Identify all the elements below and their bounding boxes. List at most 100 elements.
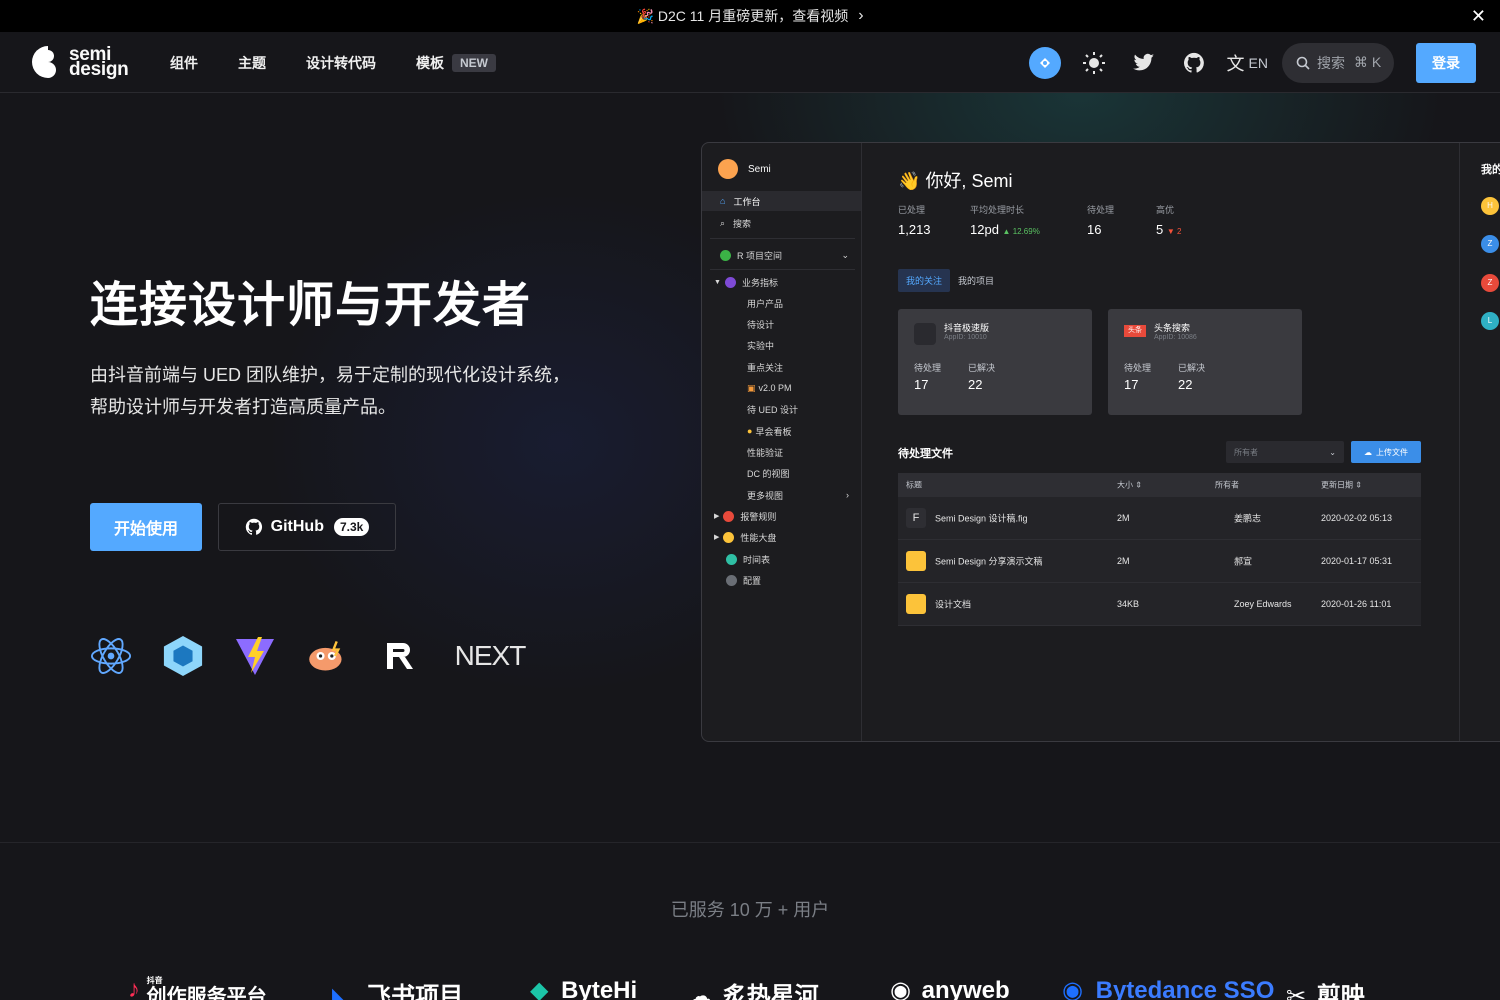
sidebar-item-metrics[interactable]: ▼ 业务指标	[702, 272, 861, 292]
brand-name: ByteHi	[561, 977, 638, 1000]
semi-logo[interactable]: semi design	[32, 44, 129, 80]
card-name: 头条搜索	[1154, 323, 1191, 333]
nextjs-icon: NEXT	[450, 633, 530, 679]
semi-plugin-icon[interactable]	[1028, 46, 1061, 79]
anyweb-icon: ◉	[890, 977, 911, 1000]
cell-title: Semi Design 设计稿.fig	[935, 513, 1028, 524]
feishu-project-logo: ◣ 飞书项目	[332, 976, 463, 1000]
sidebar-subitem[interactable]: 重点关注	[702, 357, 861, 377]
cell-size: 2M	[1117, 556, 1130, 566]
tab-following[interactable]: 我的关注	[898, 269, 951, 292]
doc-icon	[906, 551, 926, 571]
project-card[interactable]: 头条 头条搜索 AppID: 10086 待处理 已解决 17 22	[1108, 309, 1302, 415]
demo-user: Semi	[718, 159, 771, 179]
col-owner[interactable]: 所有者	[1215, 480, 1239, 491]
nav-components[interactable]: 组件	[170, 53, 198, 73]
nav-design-to-code[interactable]: 设计转代码	[306, 53, 376, 73]
col-date[interactable]: 更新日期 ⇕	[1321, 480, 1362, 491]
cell-date: 2020-01-26 11:01	[1321, 599, 1392, 609]
caret-right-icon: ▶	[714, 513, 720, 520]
card-value: 22	[968, 377, 983, 392]
language-switch[interactable]: 文 EN	[1227, 50, 1268, 76]
semi-logo-icon	[32, 44, 64, 80]
chevron-right-icon: ›	[858, 7, 864, 24]
avatar: H	[1481, 197, 1499, 215]
doc-icon	[906, 594, 926, 614]
card-value: 17	[1124, 377, 1139, 392]
sidebar-label: 业务指标	[741, 277, 778, 288]
chevron-down-icon: ⌄	[841, 249, 849, 260]
sidebar-item-search[interactable]: ⌕ 搜索	[702, 213, 861, 233]
sidebar-subitem[interactable]: 用户产品	[702, 293, 861, 313]
stat-priority: 高优 5 ▼ 2	[1156, 203, 1181, 237]
sidebar-subitem-v2[interactable]: ▣ v2.0 PM	[702, 378, 861, 398]
project-card[interactable]: 抖音极速版 AppID: 10010 待处理 已解决 17 22	[898, 309, 1092, 415]
stat-label: 平均处理时长	[970, 205, 1025, 215]
sidebar-item-workbench[interactable]: ⌂ 工作台	[702, 191, 861, 211]
github-label: GitHub	[270, 518, 324, 535]
demo-right-panel: 我的 H Z Z L	[1459, 143, 1500, 741]
sidebar-subitem[interactable]: 待 UED 设计	[702, 399, 861, 419]
app-icon	[914, 323, 936, 345]
webpack-icon	[162, 633, 204, 679]
nextjs-label: NEXT	[454, 640, 527, 671]
sidebar-subitem[interactable]: 实验中	[702, 335, 861, 355]
stat-value: 16	[1087, 222, 1102, 237]
sidebar-group-performance[interactable]: ▶ 性能大盘	[702, 527, 861, 547]
sidebar-subitem-standup[interactable]: ● 早会看板	[702, 421, 861, 441]
start-button[interactable]: 开始使用	[90, 503, 202, 551]
search-icon: ⌕	[720, 217, 726, 228]
sidebar-group-alerts[interactable]: ▶ 报警规则	[702, 506, 861, 526]
sidebar-label: 早会看板	[755, 426, 792, 437]
capcut-icon: ✂	[1286, 983, 1307, 1000]
github-icon[interactable]	[1177, 46, 1211, 80]
jianying-logo: ✂ 剪映	[1286, 976, 1365, 1000]
stat-processed: 已处理 1,213	[898, 203, 931, 237]
vite-icon	[234, 633, 276, 679]
sidebar-group-schedule[interactable]: 时间表	[702, 549, 861, 569]
table-row[interactable]: Semi Design 分享演示文稿 2M 郝宣 2020-01-17 05:3…	[898, 540, 1421, 583]
tab-my-projects[interactable]: 我的项目	[950, 269, 1002, 292]
card-name: 抖音极速版	[944, 323, 990, 333]
dashboard-icon	[723, 531, 735, 543]
owner-select[interactable]: 所有者 ⌄	[1226, 441, 1344, 463]
sidebar-label: 配置	[743, 575, 762, 586]
demo-preview: Semi ⌂ 工作台 ⌕ 搜索 R 项目空间 ⌄ ▼ 业务指标 用户产品 待设计…	[701, 142, 1500, 742]
demo-main: 👋 你好, Semi 已处理 1,213 平均处理时长 12pd ▲ 12.69…	[862, 143, 1459, 741]
nav-themes[interactable]: 主题	[238, 53, 266, 73]
col-title[interactable]: 标题	[906, 480, 922, 491]
nav-templates[interactable]: 模板	[416, 53, 444, 73]
table-row[interactable]: F Semi Design 设计稿.fig 2M 姜鹏志 2020-02-02 …	[898, 497, 1421, 540]
twitter-icon[interactable]	[1127, 46, 1161, 80]
github-button[interactable]: GitHub 7.3k	[218, 503, 396, 551]
card-appid: AppID: 10086	[1154, 334, 1197, 341]
cell-owner: Zoey Edwards	[1234, 599, 1292, 609]
login-button[interactable]: 登录	[1416, 42, 1476, 83]
sun-icon[interactable]	[1077, 46, 1111, 80]
close-icon[interactable]: ✕	[1471, 6, 1486, 27]
sidebar-label: v2.0 PM	[758, 383, 792, 393]
home-icon: ⌂	[720, 196, 726, 206]
brand-name: anyweb	[921, 977, 1010, 1000]
sidebar-group-settings[interactable]: 配置	[702, 570, 861, 590]
bytedance-sso-logo: ◉ Bytedance SSO	[1062, 976, 1274, 1000]
sidebar-subitem[interactable]: 待设计	[702, 314, 861, 334]
cell-size: 2M	[1117, 513, 1130, 523]
announcement-bar[interactable]: 🎉 D2C 11 月重磅更新，查看视频 › ✕	[0, 0, 1500, 32]
sidebar-subitem[interactable]: 性能验证	[702, 442, 861, 462]
sidebar-project-space[interactable]: R 项目空间 ⌄	[702, 245, 861, 265]
search-icon	[1296, 56, 1310, 70]
card-value: 17	[914, 377, 929, 392]
new-badge: NEW	[452, 53, 496, 72]
col-size[interactable]: 大小 ⇕	[1117, 480, 1142, 491]
search-input[interactable]: 搜索 ⌘ K	[1282, 42, 1394, 83]
sidebar-subitem[interactable]: DC 的视图	[702, 463, 861, 483]
language-label: EN	[1248, 54, 1268, 71]
table-row[interactable]: 设计文档 34KB Zoey Edwards 2020-01-26 11:01	[898, 583, 1421, 626]
upload-button[interactable]: ☁ 上传文件	[1351, 441, 1421, 463]
avatar: Z	[1481, 235, 1499, 253]
sidebar-subitem-more[interactable]: 更多视图 ›	[702, 485, 861, 505]
announcement-text[interactable]: D2C 11 月重磅更新，查看视频	[658, 6, 848, 26]
metrics-icon	[724, 276, 736, 288]
card-label: 已解决	[1178, 363, 1206, 373]
